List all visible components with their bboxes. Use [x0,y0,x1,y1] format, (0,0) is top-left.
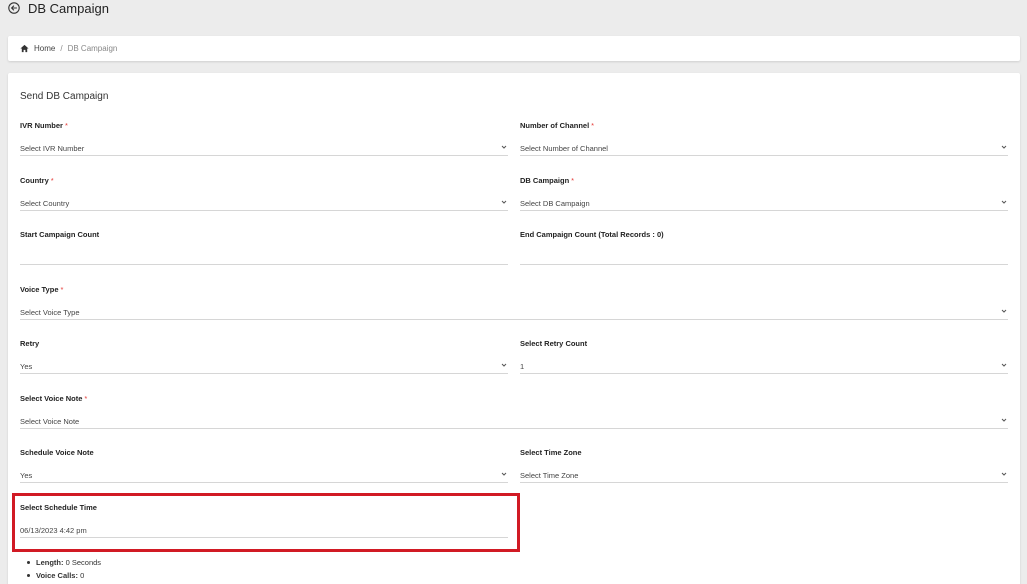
field-underline [520,482,1008,483]
retry-count-value: 1 [520,362,525,371]
page-header: DB Campaign [8,0,109,16]
ivr-number-label: IVR Number * [20,121,68,130]
number-of-channel-label: Number of Channel * [520,121,595,130]
form-title: Send DB Campaign [20,91,109,102]
voice-note-label: Select Voice Note * [20,394,88,403]
number-of-channel-value: Select Number of Channel [520,144,608,153]
schedule-time-highlight [12,493,520,552]
chevron-down-icon[interactable] [1000,307,1008,315]
chevron-down-icon[interactable] [1000,416,1008,424]
field-underline [520,210,1008,211]
time-zone-value: Select Time Zone [520,471,579,480]
breadcrumb-separator: / [60,44,63,53]
field-underline [520,264,1008,265]
db-campaign-label: DB Campaign * [520,176,575,185]
voice-note-value: Select Voice Note [20,417,80,426]
field-underline [20,482,508,483]
chevron-down-icon[interactable] [500,198,508,206]
country-value: Select Country [20,199,70,208]
schedule-voice-note-label: Schedule Voice Note [20,448,94,457]
chevron-down-icon[interactable] [1000,143,1008,151]
chevron-down-icon[interactable] [500,143,508,151]
chevron-down-icon[interactable] [1000,198,1008,206]
chevron-down-icon[interactable] [500,470,508,478]
ivr-number-value: Select IVR Number [20,144,85,153]
home-icon [20,44,29,53]
summary-voice-calls: Voice Calls: 0 [26,569,101,582]
breadcrumb: Home / DB Campaign [8,36,1020,61]
voice-type-value: Select Voice Type [20,308,80,317]
time-zone-label: Select Time Zone [520,448,582,457]
field-underline [20,373,508,374]
breadcrumb-home-link[interactable]: Home [34,44,55,53]
voice-type-label: Voice Type * [20,285,64,294]
chevron-down-icon[interactable] [1000,361,1008,369]
retry-count-label: Select Retry Count [520,339,588,348]
field-underline [20,155,508,156]
chevron-down-icon[interactable] [500,361,508,369]
retry-label: Retry [20,339,40,348]
field-underline [520,155,1008,156]
campaign-summary-list: Length: 0 Seconds Voice Calls: 0 [26,556,102,582]
breadcrumb-current: DB Campaign [67,44,118,53]
field-underline [20,264,508,265]
page-title: DB Campaign [28,0,109,16]
end-campaign-count-label: End Campaign Count (Total Records : 0) [520,230,664,239]
field-underline [20,210,508,211]
chevron-down-icon[interactable] [1000,470,1008,478]
country-label: Country * [20,176,54,185]
back-arrow-icon[interactable] [8,2,20,14]
retry-value: Yes [20,362,33,371]
field-underline [20,319,1008,320]
schedule-voice-note-value: Yes [20,471,33,480]
db-campaign-value: Select DB Campaign [520,199,590,208]
start-campaign-count-label: Start Campaign Count [20,230,100,239]
summary-length: Length: 0 Seconds [26,558,102,567]
field-underline [520,373,1008,374]
field-underline [20,428,1008,429]
